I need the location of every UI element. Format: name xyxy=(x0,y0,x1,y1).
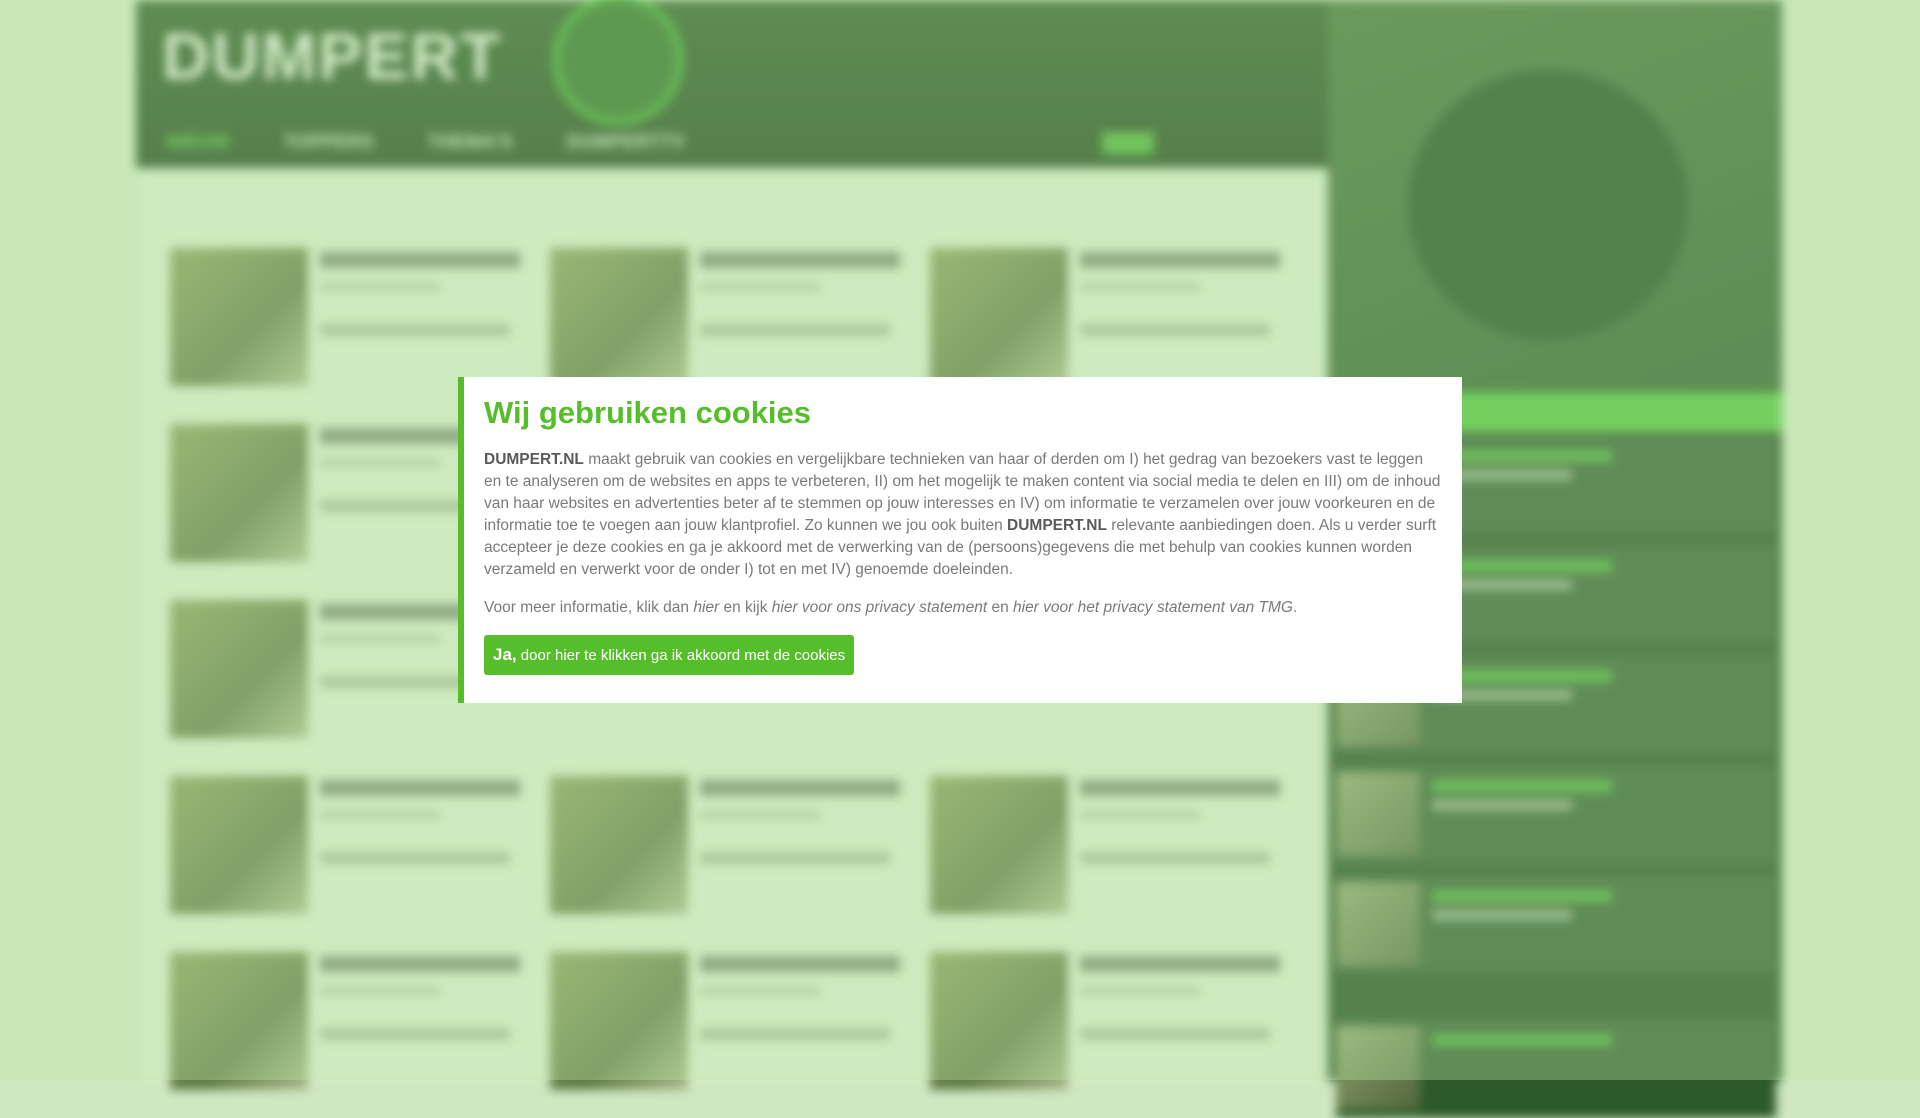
more-info-link[interactable]: hier xyxy=(693,599,719,616)
brand-name: DUMPERT.NL xyxy=(484,451,584,468)
accept-button-label: door hier te klikken ga ik akkoord met d… xyxy=(516,647,846,664)
cookie-consent-dialog: Wij gebruiken cookies DUMPERT.NL maakt g… xyxy=(458,377,1462,703)
more-info-joiner2: en xyxy=(987,599,1013,616)
more-info-prefix: Voor meer informatie, klik dan xyxy=(484,599,694,616)
accept-button-bold: Ja, xyxy=(493,645,517,664)
cookie-explanation-text: DUMPERT.NL maakt gebruik van cookies en … xyxy=(484,449,1442,581)
cookie-dialog-title: Wij gebruiken cookies xyxy=(484,395,812,430)
privacy-statement-link[interactable]: hier voor ons privacy statement xyxy=(772,599,987,616)
brand-name: DUMPERT.NL xyxy=(1007,517,1107,534)
more-info-text: Voor meer informatie, klik dan hier en k… xyxy=(484,597,1442,619)
more-info-period: . xyxy=(1292,599,1298,616)
tmg-privacy-statement-link[interactable]: hier voor het privacy statement van TMG xyxy=(1013,599,1293,616)
more-info-joiner: en kijk xyxy=(719,599,772,616)
accept-cookies-button[interactable]: Ja, door hier te klikken ga ik akkoord m… xyxy=(484,635,855,675)
